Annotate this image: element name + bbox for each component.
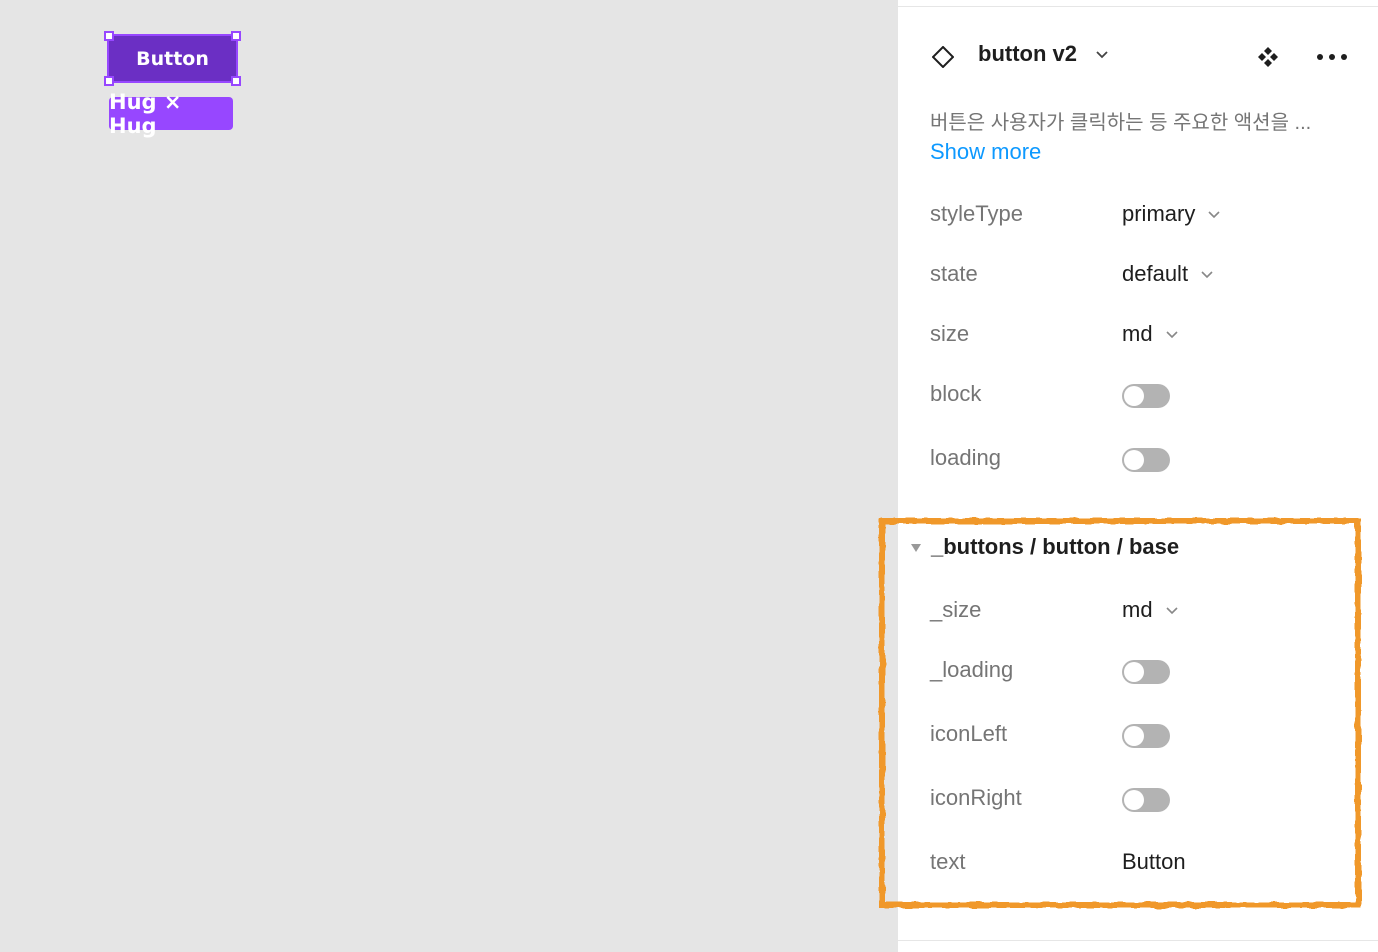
panel-divider xyxy=(898,940,1378,941)
nested-size-dropdown[interactable]: md xyxy=(1122,597,1179,623)
chevron-down-icon xyxy=(1201,271,1213,279)
resize-handle-top-left[interactable] xyxy=(104,31,114,41)
size-badge: Hug × Hug xyxy=(109,90,233,138)
component-description: 버튼은 사용자가 클릭하는 등 주요한 액션을 ... xyxy=(930,112,1312,134)
prop-label-loading: loading xyxy=(930,445,1001,470)
text-value-field[interactable]: Button xyxy=(1122,849,1186,875)
prop-label-text: text xyxy=(930,849,966,874)
chevron-down-icon xyxy=(1208,211,1220,219)
prop-label-block: block xyxy=(930,381,982,406)
prop-label-nested-loading: _loading xyxy=(930,657,1014,682)
more-options-icon[interactable] xyxy=(1316,53,1348,61)
state-value: default xyxy=(1122,261,1189,286)
selected-button-layer[interactable]: Button xyxy=(107,34,238,83)
resize-handle-top-right[interactable] xyxy=(231,31,241,41)
show-more-link[interactable]: Show more xyxy=(930,139,1041,165)
collapse-caret-icon[interactable] xyxy=(910,543,922,553)
nested-loading-toggle[interactable] xyxy=(1122,660,1170,684)
styletype-value: primary xyxy=(1122,201,1196,226)
go-to-main-component-icon[interactable] xyxy=(1256,45,1280,69)
nested-instance-title[interactable]: _buttons / button / base xyxy=(931,534,1179,560)
chevron-down-icon[interactable] xyxy=(1094,47,1110,63)
loading-toggle[interactable] xyxy=(1122,448,1170,472)
nested-size-value: md xyxy=(1122,597,1153,622)
prop-label-iconright: iconRight xyxy=(930,785,1022,810)
resize-handle-bottom-left[interactable] xyxy=(104,76,114,86)
properties-panel: button v2 버튼은 사용자가 클릭하는 등 주요한 액션을 ... Sh… xyxy=(898,0,1378,952)
block-toggle[interactable] xyxy=(1122,384,1170,408)
prop-label-size: size xyxy=(930,321,970,346)
chevron-down-icon xyxy=(1165,331,1178,339)
size-value: md xyxy=(1122,321,1153,346)
resize-handle-bottom-right[interactable] xyxy=(231,76,241,86)
panel-divider xyxy=(898,6,1378,7)
prop-label-iconleft: iconLeft xyxy=(930,721,1008,746)
selected-button-label: Button xyxy=(136,47,209,70)
size-dropdown[interactable]: md xyxy=(1122,321,1179,347)
component-instance-icon xyxy=(932,46,954,68)
iconright-toggle[interactable] xyxy=(1122,788,1170,812)
prop-label-state: state xyxy=(930,261,978,286)
prop-label-nested-size: _size xyxy=(930,597,982,622)
design-canvas[interactable]: Button Hug × Hug xyxy=(0,0,898,952)
chevron-down-icon xyxy=(1165,607,1178,615)
styletype-dropdown[interactable]: primary xyxy=(1122,201,1221,227)
iconleft-toggle[interactable] xyxy=(1122,724,1170,748)
prop-label-styletype: styleType xyxy=(930,201,1023,226)
component-name[interactable]: button v2 xyxy=(978,41,1077,67)
state-dropdown[interactable]: default xyxy=(1122,261,1214,287)
